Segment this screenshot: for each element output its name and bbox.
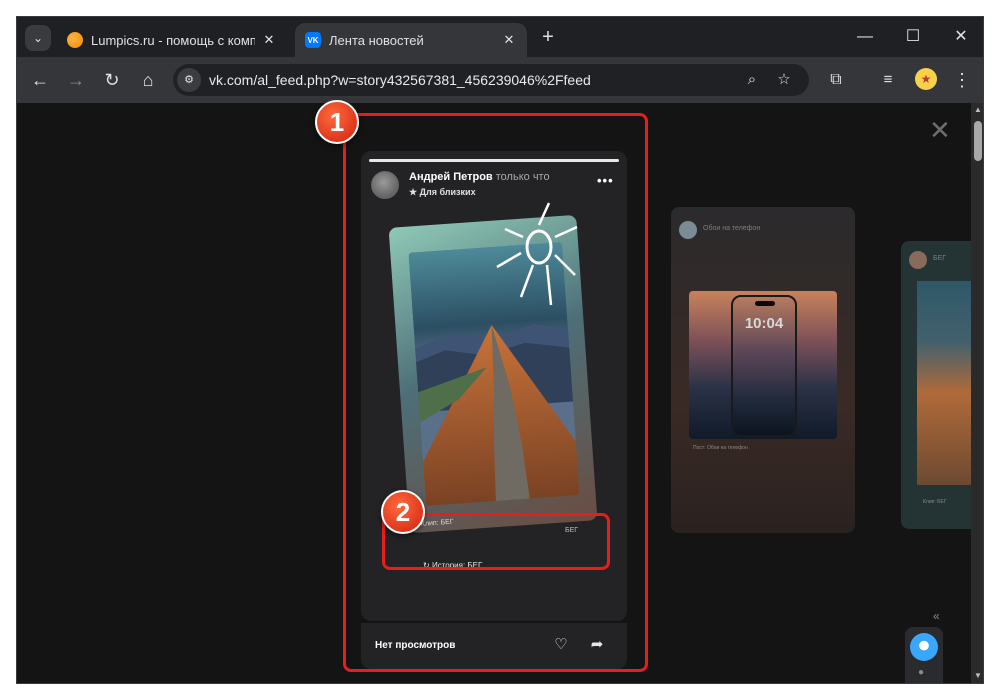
wallpaper-image: 10:04 bbox=[689, 291, 837, 439]
step-badge-2: 2 bbox=[381, 490, 425, 534]
zoom-icon[interactable]: ⌕ bbox=[741, 69, 763, 91]
phone-clock: 10:04 bbox=[744, 315, 784, 332]
story-close-icon[interactable]: ✕ bbox=[929, 117, 951, 143]
home-button[interactable]: ⌂ bbox=[135, 67, 161, 93]
tab-title: Лента новостей bbox=[329, 32, 424, 48]
browser-toolbar: ← → ↻ ⌂ ⚙ vk.com/al_feed.php?w=story4325… bbox=[17, 57, 983, 103]
tab-vk-feed[interactable]: VK Лента новостей ✕ bbox=[295, 23, 527, 57]
tab-search-button[interactable]: ⌄ bbox=[25, 25, 51, 51]
preview-caption: Пост: Обои на телефон bbox=[693, 445, 748, 451]
scroll-thumb[interactable] bbox=[974, 121, 982, 161]
close-icon[interactable]: ✕ bbox=[261, 32, 277, 48]
side-dock: ● bbox=[905, 627, 943, 683]
vk-icon: VK bbox=[305, 32, 321, 48]
avatar bbox=[679, 221, 697, 239]
reload-button[interactable]: ↻ bbox=[99, 67, 125, 93]
scroll-up-arrow[interactable]: ▲ bbox=[973, 105, 983, 114]
extensions-icon[interactable]: ⧉ bbox=[823, 67, 849, 93]
chat-icon[interactable]: ● bbox=[918, 667, 924, 678]
profile-avatar[interactable]: ★ bbox=[915, 68, 937, 90]
preview-title: БЕГ bbox=[933, 255, 947, 262]
highlight-box-story bbox=[343, 113, 648, 672]
preview-caption: Клип: БЕГ bbox=[923, 499, 947, 505]
new-tab-button[interactable]: + bbox=[537, 27, 559, 49]
story-preview-run[interactable]: БЕГ Клип: БЕГ bbox=[901, 241, 981, 529]
forward-button[interactable]: → bbox=[63, 67, 89, 93]
collapse-chevron-icon[interactable]: « bbox=[933, 609, 940, 623]
menu-kebab-icon[interactable]: ⋮ bbox=[949, 67, 975, 93]
tab-title: Lumpics.ru - помощь с компьютером bbox=[91, 32, 255, 48]
bookmark-star-icon[interactable]: ☆ bbox=[773, 69, 795, 91]
close-icon[interactable]: ✕ bbox=[501, 32, 517, 48]
site-settings-icon[interactable]: ⚙ bbox=[177, 68, 201, 92]
avatar bbox=[909, 251, 927, 269]
media-controls-icon[interactable]: ≡ bbox=[875, 67, 901, 93]
phone-mockup: 10:04 bbox=[731, 295, 797, 437]
url-text[interactable]: vk.com/al_feed.php?w=story432567381_4562… bbox=[209, 72, 591, 88]
scroll-down-arrow[interactable]: ▼ bbox=[973, 671, 983, 680]
story-preview-wallpaper[interactable]: Обои на телефон 10:04 Пост: Обои на теле… bbox=[671, 207, 855, 533]
tab-strip: ⌄ Lumpics.ru - помощь с компьютером ✕ VK… bbox=[17, 17, 983, 57]
address-bar[interactable]: ⚙ vk.com/al_feed.php?w=story432567381_45… bbox=[173, 64, 809, 96]
minimize-button[interactable]: — bbox=[847, 25, 883, 49]
maximize-button[interactable]: ☐ bbox=[895, 25, 931, 49]
orange-circle-icon bbox=[67, 32, 83, 48]
scrollbar[interactable]: ▲ ▼ bbox=[971, 103, 983, 683]
preview-title: Обои на телефон bbox=[703, 225, 761, 232]
phone-notch bbox=[755, 301, 775, 306]
window-close-button[interactable]: ✕ bbox=[943, 25, 979, 49]
step-badge-1: 1 bbox=[315, 100, 359, 144]
tab-lumpics[interactable]: Lumpics.ru - помощь с компьютером ✕ bbox=[57, 23, 287, 57]
back-button[interactable]: ← bbox=[27, 67, 53, 93]
assistant-orb-icon[interactable] bbox=[910, 633, 938, 661]
